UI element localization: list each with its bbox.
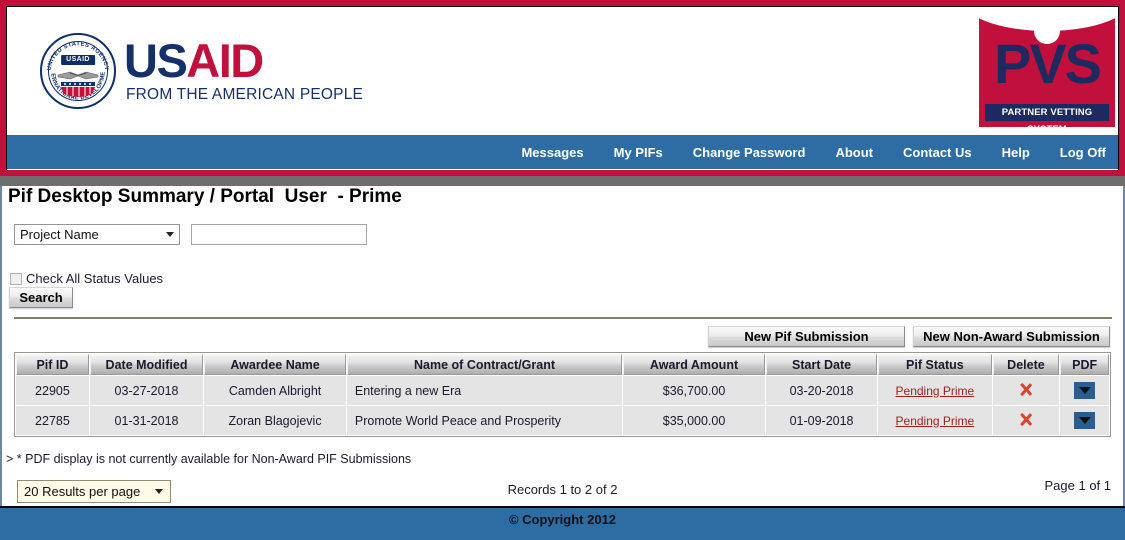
cell-contract-name: Promote World Peace and Prosperity — [346, 406, 623, 435]
cell-delete — [992, 406, 1060, 435]
results-table-container: Pif ID Date Modified Awardee Name Name o… — [14, 352, 1111, 437]
stars-stripes-icon — [61, 82, 95, 97]
check-all-status-row: Check All Status Values — [10, 271, 163, 286]
col-contract-name[interactable]: Name of Contract/Grant — [346, 354, 623, 375]
new-non-award-submission-button[interactable]: New Non-Award Submission — [913, 326, 1110, 347]
main-navigation: Messages My PIFs Change Password About C… — [7, 135, 1118, 169]
results-table-body: 22905 03-27-2018 Camden Albright Enterin… — [16, 376, 1109, 435]
section-divider — [14, 317, 1112, 319]
col-pif-id[interactable]: Pif ID — [16, 354, 89, 375]
copyright-text: © Copyright 2012 — [508, 512, 617, 527]
filter-field-select-value: Project Name — [20, 227, 99, 242]
filter-field-select[interactable]: Project Name — [14, 224, 180, 245]
usaid-tagline: FROM THE AMERICAN PEOPLE — [126, 86, 364, 103]
col-award-amount[interactable]: Award Amount — [623, 354, 765, 375]
table-row: 22905 03-27-2018 Camden Albright Enterin… — [16, 376, 1109, 405]
pvs-subtitle: PARTNER VETTING SYSTEM — [985, 104, 1109, 127]
results-table-head: Pif ID Date Modified Awardee Name Name o… — [16, 354, 1109, 375]
cell-date-modified: 03-27-2018 — [89, 376, 204, 405]
records-count: Records 1 to 2 of 2 — [507, 482, 618, 497]
cell-pif-status: Pending Prime — [878, 406, 992, 435]
col-start-date[interactable]: Start Date — [765, 354, 878, 375]
col-date-modified[interactable]: Date Modified — [89, 354, 204, 375]
cell-pdf — [1060, 406, 1109, 435]
cell-award-amount: $36,700.00 — [623, 376, 765, 405]
table-row: 22785 01-31-2018 Zoran Blagojevic Promot… — [16, 406, 1109, 435]
nav-item-help[interactable]: Help — [1002, 145, 1030, 160]
seal-badge-label: USAID — [61, 55, 95, 65]
cell-awardee-name: Zoran Blagojevic — [204, 406, 346, 435]
cell-pif-id: 22785 — [16, 406, 89, 435]
pif-status-link[interactable]: Pending Prime — [896, 414, 975, 428]
cell-start-date: 03-20-2018 — [765, 376, 878, 405]
pdf-dropdown-icon[interactable] — [1074, 382, 1096, 399]
nav-item-contact-us[interactable]: Contact Us — [903, 145, 972, 160]
main-content: Pif Desktop Summary / Portal User - Prim… — [0, 186, 1125, 506]
col-pdf[interactable]: PDF — [1060, 354, 1109, 375]
pvs-logo: PVS PARTNER VETTING SYSTEM — [979, 13, 1115, 127]
gray-divider-band — [0, 176, 1125, 186]
page-title: Pif Desktop Summary / Portal User - Prim… — [8, 186, 402, 207]
nav-item-messages[interactable]: Messages — [521, 145, 583, 160]
usaid-wordmark-us: US — [124, 34, 188, 87]
handshake-icon — [57, 71, 99, 80]
nav-item-about[interactable]: About — [835, 145, 873, 160]
nav-item-my-pifs[interactable]: My PIFs — [614, 145, 663, 160]
cell-start-date: 01-09-2018 — [765, 406, 878, 435]
filter-row: Project Name — [14, 224, 367, 245]
cell-pif-id: 22905 — [16, 376, 89, 405]
table-header-row: Pif ID Date Modified Awardee Name Name o… — [16, 354, 1109, 375]
cell-award-amount: $35,000.00 — [623, 406, 765, 435]
cell-awardee-name: Camden Albright — [204, 376, 346, 405]
search-button[interactable]: Search — [9, 287, 73, 308]
cell-pdf — [1060, 376, 1109, 405]
check-all-status-label: Check All Status Values — [26, 271, 164, 286]
col-delete[interactable]: Delete — [992, 354, 1060, 375]
site-footer: © Copyright 2012 — [0, 506, 1125, 540]
submission-buttons: New Pif Submission New Non-Award Submiss… — [708, 326, 1110, 347]
cell-pif-status: Pending Prime — [878, 376, 992, 405]
pvs-acronym: PVS — [993, 32, 1102, 95]
delete-x-icon[interactable] — [1018, 411, 1034, 427]
col-awardee-name[interactable]: Awardee Name — [204, 354, 346, 375]
header-inner: · UNITED STATES AGENCY · INTERNATIONAL D… — [6, 6, 1119, 170]
delete-x-icon[interactable] — [1018, 381, 1034, 397]
site-header: · UNITED STATES AGENCY · INTERNATIONAL D… — [0, 0, 1125, 176]
col-pif-status[interactable]: Pif Status — [878, 354, 992, 375]
nav-item-log-off[interactable]: Log Off — [1060, 145, 1106, 160]
nav-item-change-password[interactable]: Change Password — [693, 145, 806, 160]
check-all-status-checkbox[interactable] — [10, 272, 22, 285]
search-input[interactable] — [191, 224, 367, 245]
usaid-wordmark: USAID — [124, 34, 264, 87]
cell-delete — [992, 376, 1060, 405]
usaid-wordmark-aid: AID — [186, 34, 264, 87]
cell-contract-name: Entering a new Era — [346, 376, 623, 405]
new-pif-submission-button[interactable]: New Pif Submission — [708, 326, 905, 347]
pif-status-link[interactable]: Pending Prime — [896, 384, 975, 398]
cell-date-modified: 01-31-2018 — [89, 406, 204, 435]
pdf-availability-note: > * PDF display is not currently availab… — [6, 452, 412, 466]
logo-area: · UNITED STATES AGENCY · INTERNATIONAL D… — [7, 7, 1118, 135]
page-count: Page 1 of 1 — [1044, 478, 1112, 493]
pdf-dropdown-icon[interactable] — [1074, 412, 1096, 429]
usaid-seal-icon: · UNITED STATES AGENCY · INTERNATIONAL D… — [40, 33, 116, 109]
results-table: Pif ID Date Modified Awardee Name Name o… — [15, 353, 1110, 436]
chevron-down-icon — [166, 232, 174, 237]
